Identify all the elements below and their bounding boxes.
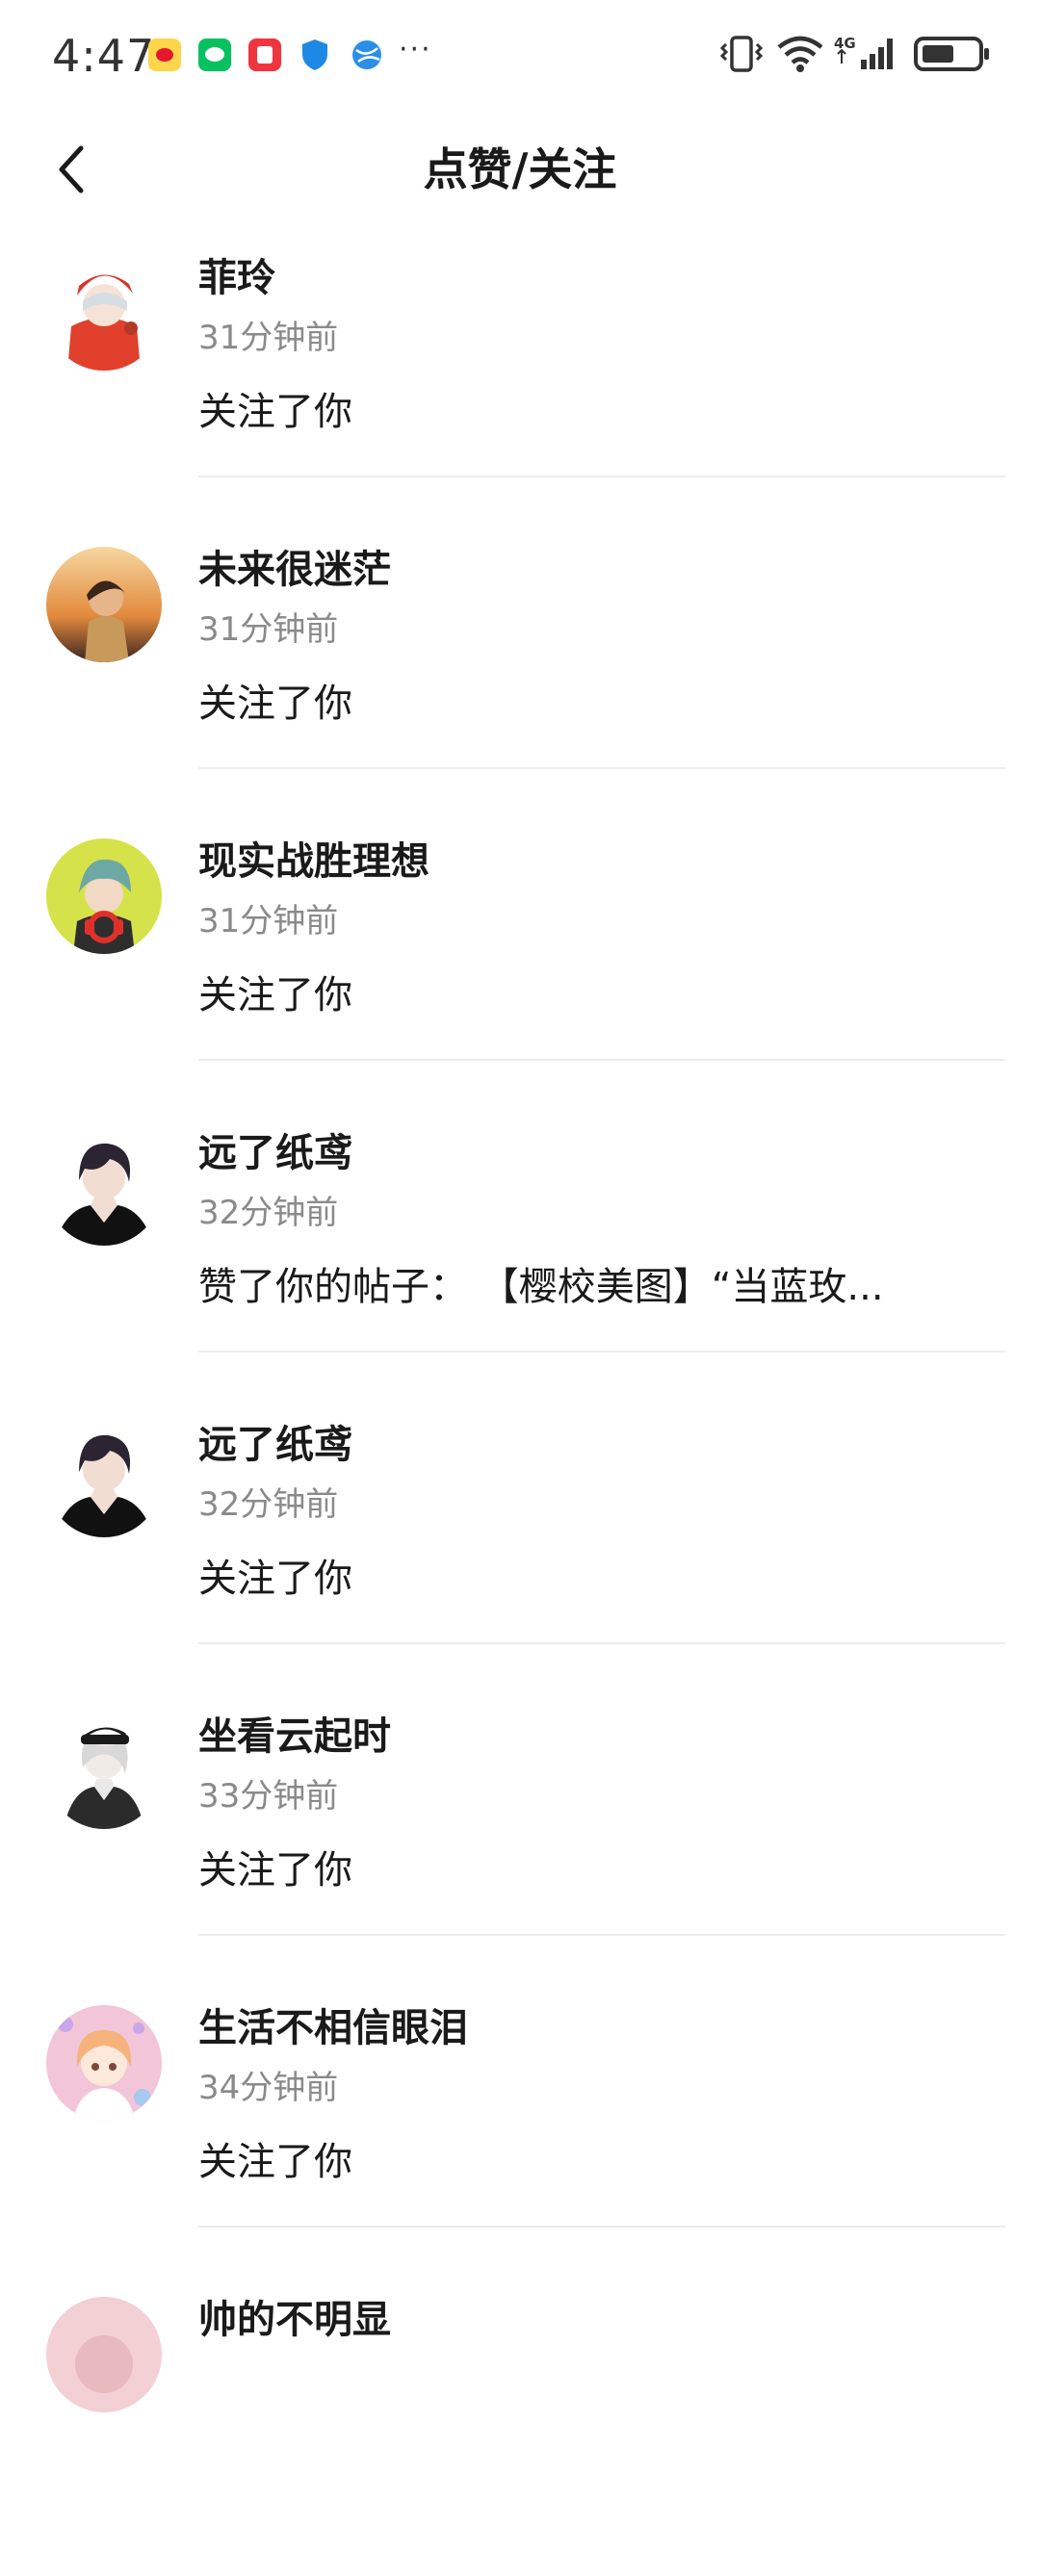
- time-ago: 31分钟前: [198, 610, 339, 649]
- user-name[interactable]: 帅的不明显: [198, 2294, 391, 2346]
- avatar[interactable]: [46, 2297, 162, 2412]
- divider: [198, 1059, 1005, 1061]
- notification-item[interactable]: 帅的不明显: [0, 2284, 1040, 2576]
- time-ago: 31分钟前: [198, 902, 339, 940]
- divider: [198, 2226, 1005, 2228]
- time-ago: 32分钟前: [198, 1194, 339, 1232]
- action-text: 关注了你: [198, 390, 352, 434]
- user-name[interactable]: 菲玲: [198, 252, 275, 304]
- user-name[interactable]: 坐看云起时: [198, 1711, 391, 1763]
- notification-item[interactable]: 坐看云起时 33分钟前 关注了你: [0, 1701, 1040, 1993]
- status-bar: 4:47 ··· 4G: [0, 0, 1040, 112]
- notification-item[interactable]: 远了纸鸢 32分钟前 关注了你: [0, 1409, 1040, 1701]
- weibo-icon: [148, 39, 181, 71]
- avatar[interactable]: [46, 255, 162, 371]
- notification-item[interactable]: 菲玲 31分钟前 关注了你: [0, 243, 1040, 534]
- user-name[interactable]: 现实战胜理想: [198, 836, 429, 888]
- page-title: 点赞/关注: [423, 143, 617, 195]
- divider: [198, 476, 1005, 477]
- divider: [198, 767, 1005, 769]
- header: 点赞/关注: [0, 112, 1040, 239]
- wechat-icon: [198, 39, 231, 71]
- action-text: 关注了你: [198, 682, 352, 726]
- avatar[interactable]: [46, 1713, 162, 1829]
- signal-icon: 4G: [834, 33, 901, 77]
- vibrate-icon: [718, 35, 765, 77]
- action-text: 赞了你的帖子： 【樱校美图】“当蓝玫...: [198, 1265, 884, 1309]
- user-name[interactable]: 生活不相信眼泪: [198, 2002, 468, 2054]
- user-name[interactable]: 远了纸鸢: [198, 1127, 352, 1179]
- divider: [198, 1934, 1005, 1936]
- divider: [198, 1351, 1005, 1352]
- notification-item[interactable]: 远了纸鸢 32分钟前 赞了你的帖子： 【樱校美图】“当蓝玫...: [0, 1118, 1040, 1409]
- notification-item[interactable]: 未来很迷茫 31分钟前 关注了你: [0, 534, 1040, 826]
- wifi-icon: [776, 35, 824, 77]
- divider: [198, 1642, 1005, 1644]
- avatar[interactable]: [46, 547, 162, 662]
- action-text: 关注了你: [198, 2140, 352, 2184]
- status-time: 4:47: [52, 30, 156, 82]
- notification-item[interactable]: 生活不相信眼泪 34分钟前 关注了你: [0, 1993, 1040, 2284]
- action-text: 关注了你: [198, 973, 352, 1018]
- time-ago: 32分钟前: [198, 1485, 339, 1524]
- user-name[interactable]: 远了纸鸢: [198, 1419, 352, 1471]
- action-text: 关注了你: [198, 1848, 352, 1893]
- time-ago: 34分钟前: [198, 2069, 339, 2107]
- red-app-icon: [248, 39, 281, 71]
- time-ago: 33分钟前: [198, 1777, 339, 1816]
- notification-item[interactable]: 现实战胜理想 31分钟前 关注了你: [0, 826, 1040, 1118]
- action-text: 关注了你: [198, 1557, 352, 1601]
- network-type-label: 4G: [834, 35, 856, 52]
- time-ago: 31分钟前: [198, 319, 339, 357]
- avatar[interactable]: [46, 2005, 162, 2121]
- avatar[interactable]: [46, 1130, 162, 1246]
- avatar[interactable]: [46, 1422, 162, 1537]
- shield-icon: [300, 39, 329, 75]
- notification-list: 菲玲 31分钟前 关注了你 未来很迷茫 31分钟前 关注了你 现实战胜理想 31…: [0, 243, 1040, 2576]
- user-name[interactable]: 未来很迷茫: [198, 544, 391, 596]
- browser-icon: [351, 39, 383, 75]
- more-notifications-icon: ···: [399, 33, 432, 66]
- avatar[interactable]: [46, 838, 162, 954]
- battery-icon: [913, 35, 990, 77]
